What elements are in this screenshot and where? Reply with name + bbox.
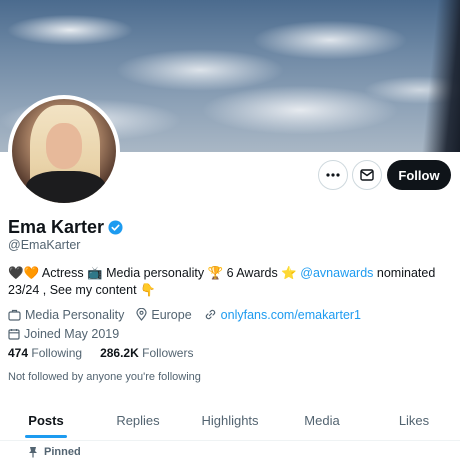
verified-badge-icon [108, 220, 123, 235]
link-icon [205, 309, 215, 320]
location-pin-icon [136, 308, 147, 321]
follow-stats: 474 Following 286.2K Followers [8, 346, 193, 360]
followers-label: Followers [142, 346, 194, 360]
name-row: Ema Karter [8, 217, 123, 238]
joined-text: Joined May 2019 [24, 326, 120, 341]
airplane-wing [422, 0, 460, 152]
bio-mention-link[interactable]: @avnawards [300, 266, 373, 280]
following-stat[interactable]: 474 Following [8, 346, 82, 360]
category-text: Media Personality [25, 307, 125, 322]
more-icon [326, 173, 340, 177]
tab-media[interactable]: Media [276, 400, 368, 440]
followers-stat[interactable]: 286.2K Followers [100, 346, 193, 360]
mutual-followers-note: Not followed by anyone you're following [8, 371, 201, 383]
follow-button[interactable]: Follow [387, 160, 451, 190]
avatar-body [26, 171, 106, 203]
avatar-face [46, 123, 82, 169]
tab-likes[interactable]: Likes [368, 400, 460, 440]
pinned-label: Pinned [44, 446, 81, 458]
tab-replies[interactable]: Replies [92, 400, 184, 440]
avatar[interactable] [8, 95, 120, 207]
tab-posts[interactable]: Posts [0, 400, 92, 440]
mail-icon [360, 169, 374, 181]
username-handle: @EmaKarter [8, 238, 81, 252]
message-button[interactable] [352, 160, 382, 190]
pinned-indicator: Pinned [28, 446, 81, 458]
joined-item: Joined May 2019 [8, 327, 119, 341]
location-text: Europe [151, 307, 192, 322]
display-name: Ema Karter [8, 217, 105, 237]
tabs-divider [0, 440, 460, 441]
website-link[interactable]: onlyfans.com/emakarter1 [221, 308, 361, 322]
bio: 🖤🧡 Actress 📺 Media personality 🏆 6 Award… [8, 265, 448, 299]
following-label: Following [31, 346, 83, 360]
calendar-icon [8, 328, 20, 340]
website-item[interactable]: onlyfans.com/emakarter1 [204, 308, 361, 322]
profile-meta: Media Personality Europe onlyfans.com/em… [8, 306, 453, 344]
category-item: Media Personality [8, 308, 124, 322]
tab-highlights[interactable]: Highlights [184, 400, 276, 440]
profile-tabs: Posts Replies Highlights Media Likes [0, 400, 460, 440]
more-options-button[interactable] [318, 160, 348, 190]
following-count: 474 [8, 346, 29, 360]
briefcase-icon [8, 309, 21, 321]
bio-text: 🖤🧡 Actress 📺 Media personality 🏆 6 Award… [8, 266, 301, 280]
followers-count: 286.2K [100, 346, 139, 360]
pin-icon [29, 447, 37, 458]
location-item: Europe [136, 307, 192, 322]
